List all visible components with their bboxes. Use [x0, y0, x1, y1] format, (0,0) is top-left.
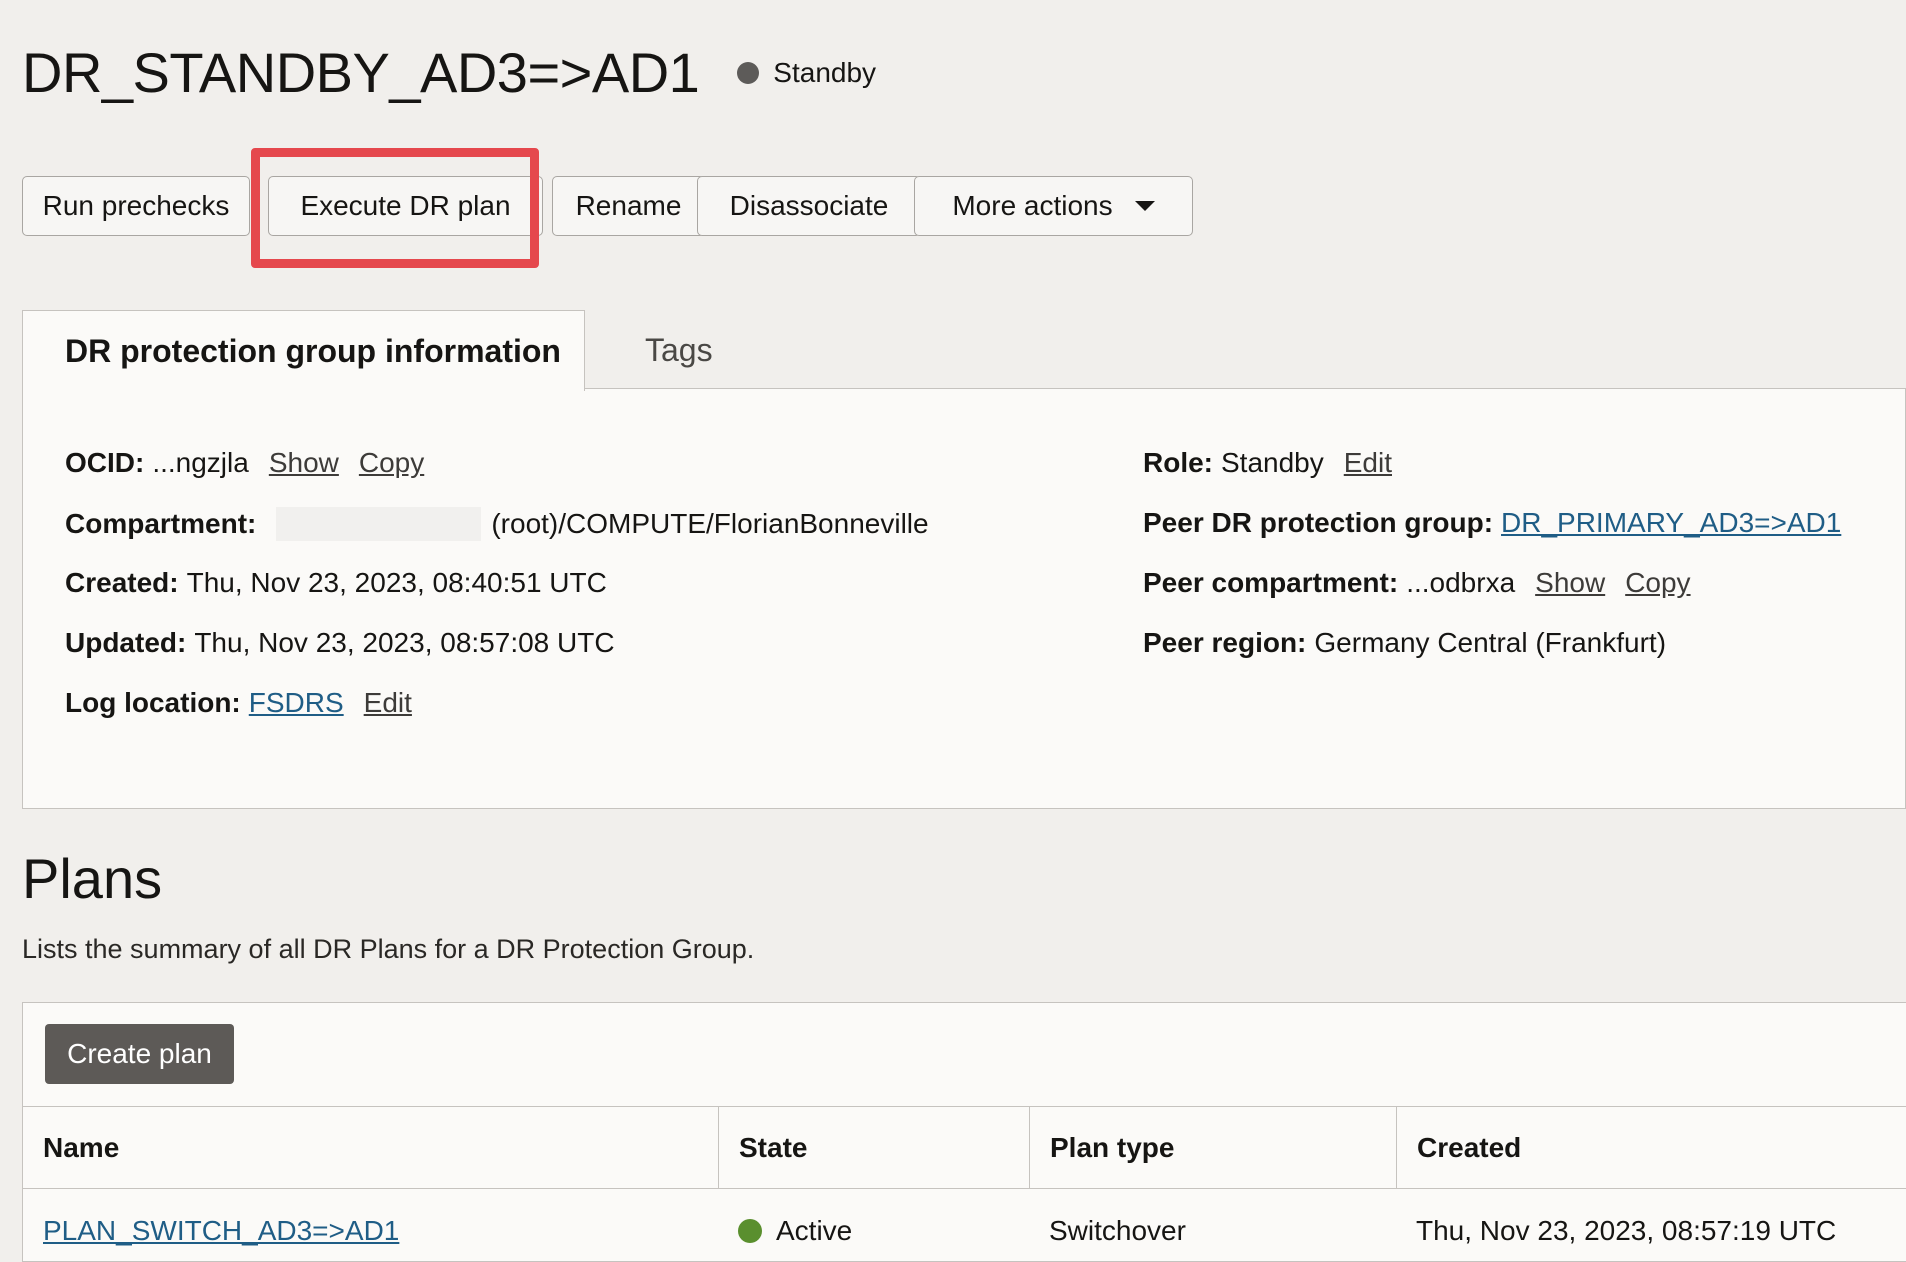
- page-header: DR_STANDBY_AD3=>AD1 Standby: [22, 38, 876, 108]
- role-edit-link[interactable]: Edit: [1344, 447, 1392, 479]
- peer-compartment-label: Peer compartment:: [1143, 567, 1399, 598]
- compartment-label: Compartment:: [65, 508, 257, 539]
- plan-name-cell: PLAN_SWITCH_AD3=>AD1: [23, 1189, 718, 1262]
- peer-group-link[interactable]: DR_PRIMARY_AD3=>AD1: [1501, 507, 1841, 539]
- more-actions-button[interactable]: More actions: [914, 176, 1193, 236]
- updated-value: Thu, Nov 23, 2023, 08:57:08 UTC: [194, 627, 615, 658]
- redacted-block: [276, 507, 482, 541]
- peer-region-label: Peer region:: [1143, 627, 1307, 658]
- more-actions-label: More actions: [952, 190, 1113, 221]
- plan-state-label: Active: [776, 1215, 853, 1246]
- column-header-state[interactable]: State: [718, 1107, 1029, 1188]
- plan-created-cell: Thu, Nov 23, 2023, 08:57:19 UTC: [1416, 1215, 1837, 1246]
- caret-down-icon: [1134, 201, 1155, 211]
- page: DR_STANDBY_AD3=>AD1 Standby Run precheck…: [0, 0, 1906, 1262]
- disassociate-button[interactable]: Disassociate: [697, 176, 921, 236]
- peer-group-label: Peer DR protection group:: [1143, 507, 1494, 538]
- plans-description: Lists the summary of all DR Plans for a …: [22, 934, 755, 964]
- peer-compartment-show-link[interactable]: Show: [1535, 567, 1605, 599]
- create-plan-button[interactable]: Create plan: [45, 1024, 234, 1084]
- status-badge: Standby: [737, 57, 876, 89]
- compartment-value: (root)/COMPUTE/FlorianBonneville: [491, 508, 929, 539]
- plans-table: Name State Plan type Created PLAN_SWITCH…: [23, 1106, 1906, 1262]
- updated-label: Updated:: [65, 627, 187, 658]
- peer-compartment-row: Peer compartment: ...odbrxa Show Copy: [1143, 567, 1691, 599]
- peer-group-row: Peer DR protection group: DR_PRIMARY_AD3…: [1143, 507, 1841, 539]
- plans-panel: Create plan Name State Plan type Created…: [22, 1002, 1906, 1262]
- ocid-label: OCID:: [65, 447, 145, 478]
- status-label: Standby: [773, 57, 877, 88]
- plan-name-link[interactable]: PLAN_SWITCH_AD3=>AD1: [43, 1215, 399, 1247]
- info-panel: OCID: ...ngzjla Show Copy Compartment: (…: [22, 389, 1906, 809]
- column-header-plan-type[interactable]: Plan type: [1029, 1107, 1396, 1188]
- log-location-link[interactable]: FSDRS: [249, 687, 344, 719]
- plan-type-cell: Switchover: [1049, 1215, 1186, 1246]
- ocid-row: OCID: ...ngzjla Show Copy: [65, 447, 424, 479]
- column-header-created[interactable]: Created: [1396, 1107, 1906, 1188]
- created-label: Created:: [65, 567, 179, 598]
- created-row: Created: Thu, Nov 23, 2023, 08:40:51 UTC: [65, 567, 607, 599]
- peer-compartment-copy-link[interactable]: Copy: [1625, 567, 1690, 599]
- active-status-dot-icon: [738, 1219, 762, 1243]
- plans-heading: Plans: [22, 847, 163, 910]
- page-title: DR_STANDBY_AD3=>AD1: [22, 41, 700, 104]
- peer-region-row: Peer region: Germany Central (Frankfurt): [1143, 627, 1666, 659]
- tab-dr-protection-group-information[interactable]: DR protection group information: [22, 310, 585, 391]
- log-location-edit-link[interactable]: Edit: [364, 687, 412, 719]
- role-value: Standby: [1221, 447, 1324, 478]
- status-dot-icon: [737, 62, 760, 84]
- role-row: Role: Standby Edit: [1143, 447, 1392, 479]
- log-location-row: Log location: FSDRS Edit: [65, 687, 412, 719]
- run-prechecks-button[interactable]: Run prechecks: [22, 176, 250, 236]
- table-row: PLAN_SWITCH_AD3=>AD1 Active Switchover T…: [23, 1189, 1906, 1262]
- ocid-show-link[interactable]: Show: [269, 447, 339, 479]
- tab-tags[interactable]: Tags: [585, 310, 735, 390]
- ocid-value: ...ngzjla: [152, 447, 249, 478]
- peer-region-value: Germany Central (Frankfurt): [1314, 627, 1667, 658]
- column-header-name[interactable]: Name: [23, 1107, 718, 1188]
- created-value: Thu, Nov 23, 2023, 08:40:51 UTC: [186, 567, 607, 598]
- tab-bar: DR protection group information Tags: [22, 310, 1906, 391]
- rename-button[interactable]: Rename: [552, 176, 705, 236]
- updated-row: Updated: Thu, Nov 23, 2023, 08:57:08 UTC: [65, 627, 615, 659]
- ocid-copy-link[interactable]: Copy: [359, 447, 424, 479]
- table-header: Name State Plan type Created: [23, 1106, 1906, 1189]
- role-label: Role:: [1143, 447, 1213, 478]
- plan-state-cell: Active: [718, 1189, 1029, 1262]
- log-location-label: Log location:: [65, 687, 241, 718]
- execute-dr-plan-button[interactable]: Execute DR plan: [268, 176, 543, 236]
- peer-compartment-value: ...odbrxa: [1406, 567, 1516, 598]
- compartment-row: Compartment: (root)/COMPUTE/FlorianBonne…: [65, 507, 929, 541]
